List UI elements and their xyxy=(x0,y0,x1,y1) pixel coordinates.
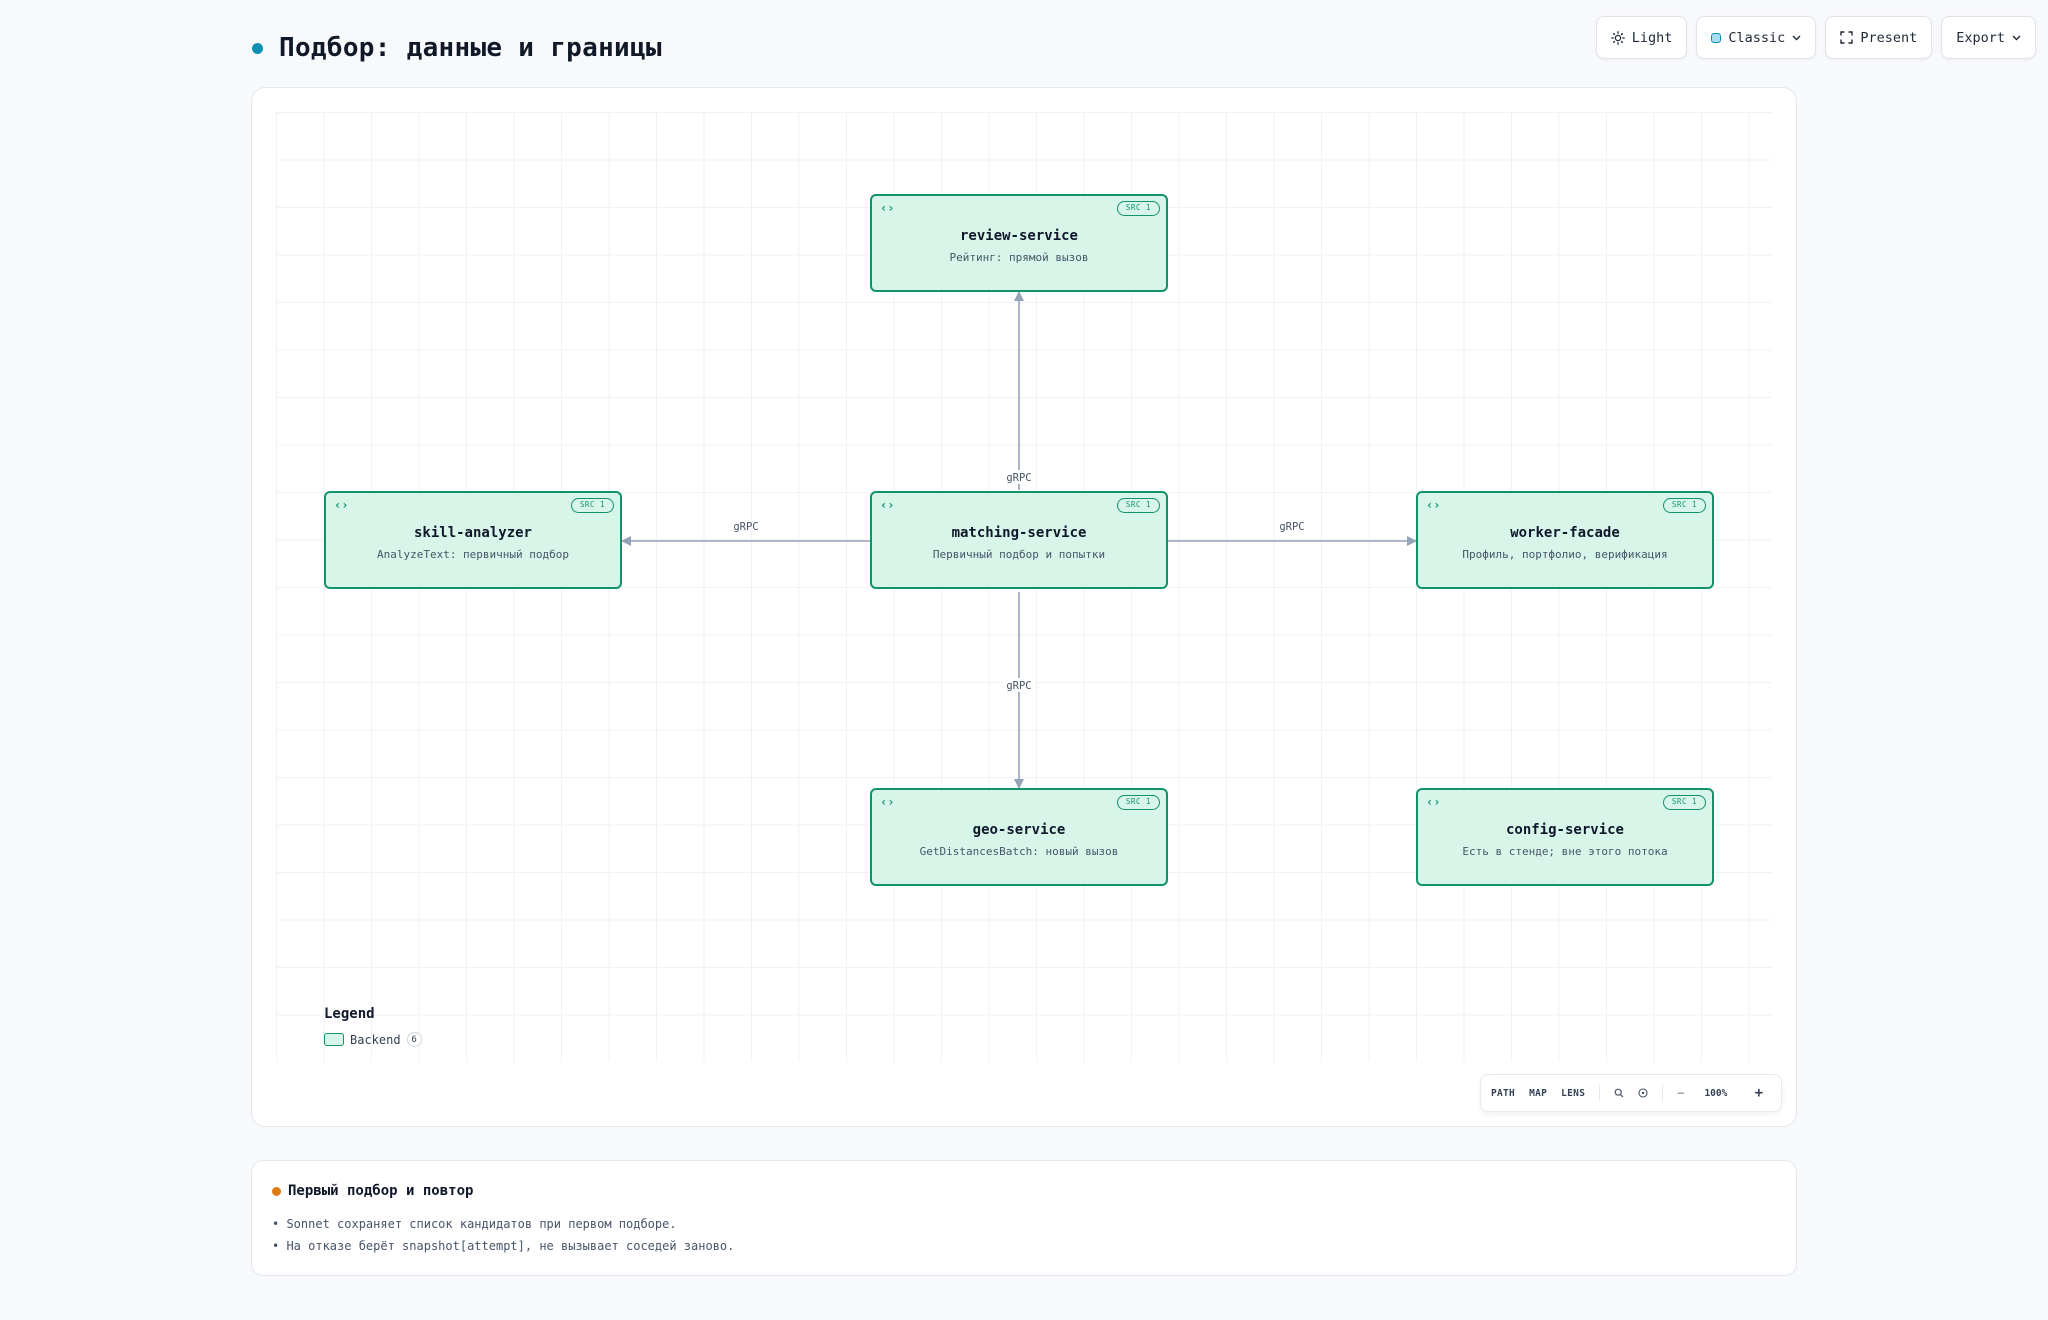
node-title: geo-service xyxy=(972,822,1066,838)
map-button[interactable]: MAP xyxy=(1529,1088,1547,1099)
edge-label: gRPC xyxy=(1006,472,1031,484)
path-button[interactable]: PATH xyxy=(1491,1088,1515,1099)
code-icon: ‹› xyxy=(880,498,895,512)
node-skill-analyzer[interactable]: ‹› SRC 1 skill-analyzer AnalyzeText: пер… xyxy=(324,491,622,589)
fullscreen-icon xyxy=(1840,31,1854,44)
present-button[interactable]: Present xyxy=(1825,16,1933,59)
notes-list: Sonnet сохраняет список кандидатов при п… xyxy=(272,1213,1776,1257)
zoom-out-button[interactable]: − xyxy=(1677,1086,1684,1100)
node-subtitle: Профиль, портфолио, верификация xyxy=(1462,548,1668,561)
code-icon: ‹› xyxy=(880,201,895,215)
code-icon: ‹› xyxy=(1426,498,1441,512)
map-controls: PATH MAP LENS − 100% + xyxy=(1480,1074,1782,1112)
style-dropdown[interactable]: Classic xyxy=(1696,16,1817,59)
legend-label: Backend xyxy=(350,1032,401,1047)
zoom-in-button[interactable]: + xyxy=(1755,1085,1763,1101)
chevron-down-icon xyxy=(2012,35,2021,41)
list-item: На отказе берёт snapshot[attempt], не вы… xyxy=(272,1235,1776,1257)
node-subtitle: GetDistancesBatch: новый вызов xyxy=(919,845,1119,858)
style-swatch-icon xyxy=(1711,32,1722,43)
legend: Legend Backend 6 xyxy=(324,1006,422,1047)
toolbar: Light Classic Present Export xyxy=(1595,16,2036,59)
notes-status-dot xyxy=(272,1186,281,1196)
divider xyxy=(1662,1085,1664,1101)
src-badge: SRC 1 xyxy=(1662,795,1706,810)
search-icon[interactable] xyxy=(1614,1088,1624,1098)
node-title: skill-analyzer xyxy=(413,525,532,541)
src-badge: SRC 1 xyxy=(570,498,614,513)
divider xyxy=(1599,1085,1601,1101)
node-title: worker-facade xyxy=(1510,525,1620,541)
node-title: config-service xyxy=(1505,822,1624,838)
node-geo-service[interactable]: ‹› SRC 1 geo-service GetDistancesBatch: … xyxy=(870,788,1168,886)
node-title: matching-service xyxy=(951,525,1087,541)
list-item: Sonnet сохраняет список кандидатов при п… xyxy=(272,1213,1776,1235)
node-subtitle: Рейтинг: прямой вызов xyxy=(949,251,1089,264)
sun-icon xyxy=(1610,30,1625,45)
code-icon: ‹› xyxy=(1426,795,1441,809)
export-dropdown[interactable]: Export xyxy=(1941,16,2036,59)
zoom-level: 100% xyxy=(1704,1087,1728,1099)
lens-button[interactable]: LENS xyxy=(1561,1088,1585,1099)
legend-count: 6 xyxy=(406,1032,422,1047)
legend-item-backend[interactable]: Backend 6 xyxy=(324,1032,422,1047)
node-subtitle: Первичный подбор и попытки xyxy=(932,548,1106,561)
node-title: review-service xyxy=(959,228,1078,244)
chevron-down-icon xyxy=(1792,35,1801,41)
node-subtitle: AnalyzeText: первичный подбор xyxy=(376,548,570,561)
code-icon: ‹› xyxy=(880,795,895,809)
legend-swatch xyxy=(324,1033,344,1046)
node-matching-service[interactable]: ‹› SRC 1 matching-service Первичный подб… xyxy=(870,491,1168,589)
node-worker-facade[interactable]: ‹› SRC 1 worker-facade Профиль, портфоли… xyxy=(1416,491,1714,589)
theme-toggle-label: Light xyxy=(1631,29,1673,46)
theme-toggle-button[interactable]: Light xyxy=(1595,16,1688,59)
edge-label: gRPC xyxy=(1279,521,1304,533)
page-header: Подбор: данные и границы xyxy=(252,30,662,66)
present-label: Present xyxy=(1860,29,1918,46)
legend-title: Legend xyxy=(324,1006,375,1022)
src-badge: SRC 1 xyxy=(1116,201,1160,216)
title-status-dot xyxy=(252,42,263,54)
node-subtitle: Есть в стенде; вне этого потока xyxy=(1462,845,1668,858)
node-review-service[interactable]: ‹› SRC 1 review-service Рейтинг: прямой … xyxy=(870,194,1168,292)
edge-label: gRPC xyxy=(1006,680,1031,692)
notes-title: Первый подбор и повтор xyxy=(288,1183,474,1199)
node-config-service[interactable]: ‹› SRC 1 config-service Есть в стенде; в… xyxy=(1416,788,1714,886)
export-label: Export xyxy=(1956,29,2005,46)
src-badge: SRC 1 xyxy=(1116,795,1160,810)
diagram-panel: gRPC gRPC gRPC gRPC ‹› SRC 1 review-serv… xyxy=(251,87,1797,1127)
style-dropdown-label: Classic xyxy=(1728,29,1786,46)
page-title: Подбор: данные и границы xyxy=(279,33,662,63)
code-icon: ‹› xyxy=(334,498,349,512)
edge-label: gRPC xyxy=(733,521,758,533)
src-badge: SRC 1 xyxy=(1116,498,1160,513)
help-icon[interactable] xyxy=(1638,1088,1648,1098)
src-badge: SRC 1 xyxy=(1662,498,1706,513)
notes-header: Первый подбор и повтор xyxy=(272,1183,1776,1199)
notes-panel: Первый подбор и повтор Sonnet сохраняет … xyxy=(251,1160,1797,1276)
